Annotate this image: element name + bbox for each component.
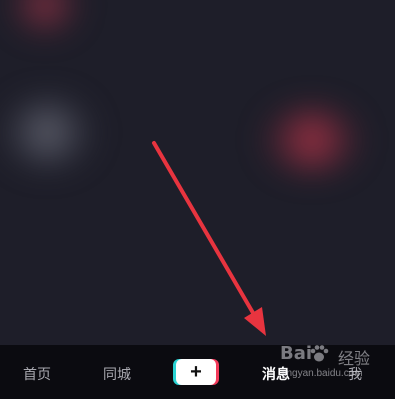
tab-nearby[interactable]: 同城 [103, 365, 131, 383]
add-video-button[interactable]: + [176, 359, 216, 385]
app-screen: 首页 同城 + 消息 我 Bai 经验 jingyan.baidu.com [0, 0, 395, 399]
watermark-label: 经验 [338, 351, 371, 368]
video-feed[interactable] [0, 0, 395, 345]
blurred-light-pink [262, 105, 362, 175]
watermark: Bai 经验 jingyan.baidu.com [280, 343, 390, 388]
paw-icon [310, 345, 329, 362]
plus-icon: + [190, 361, 202, 383]
blurred-light-red [10, 0, 80, 35]
blurred-light-grey [0, 95, 95, 170]
watermark-url: jingyan.baidu.com [282, 368, 363, 379]
tab-home[interactable]: 首页 [23, 365, 51, 383]
